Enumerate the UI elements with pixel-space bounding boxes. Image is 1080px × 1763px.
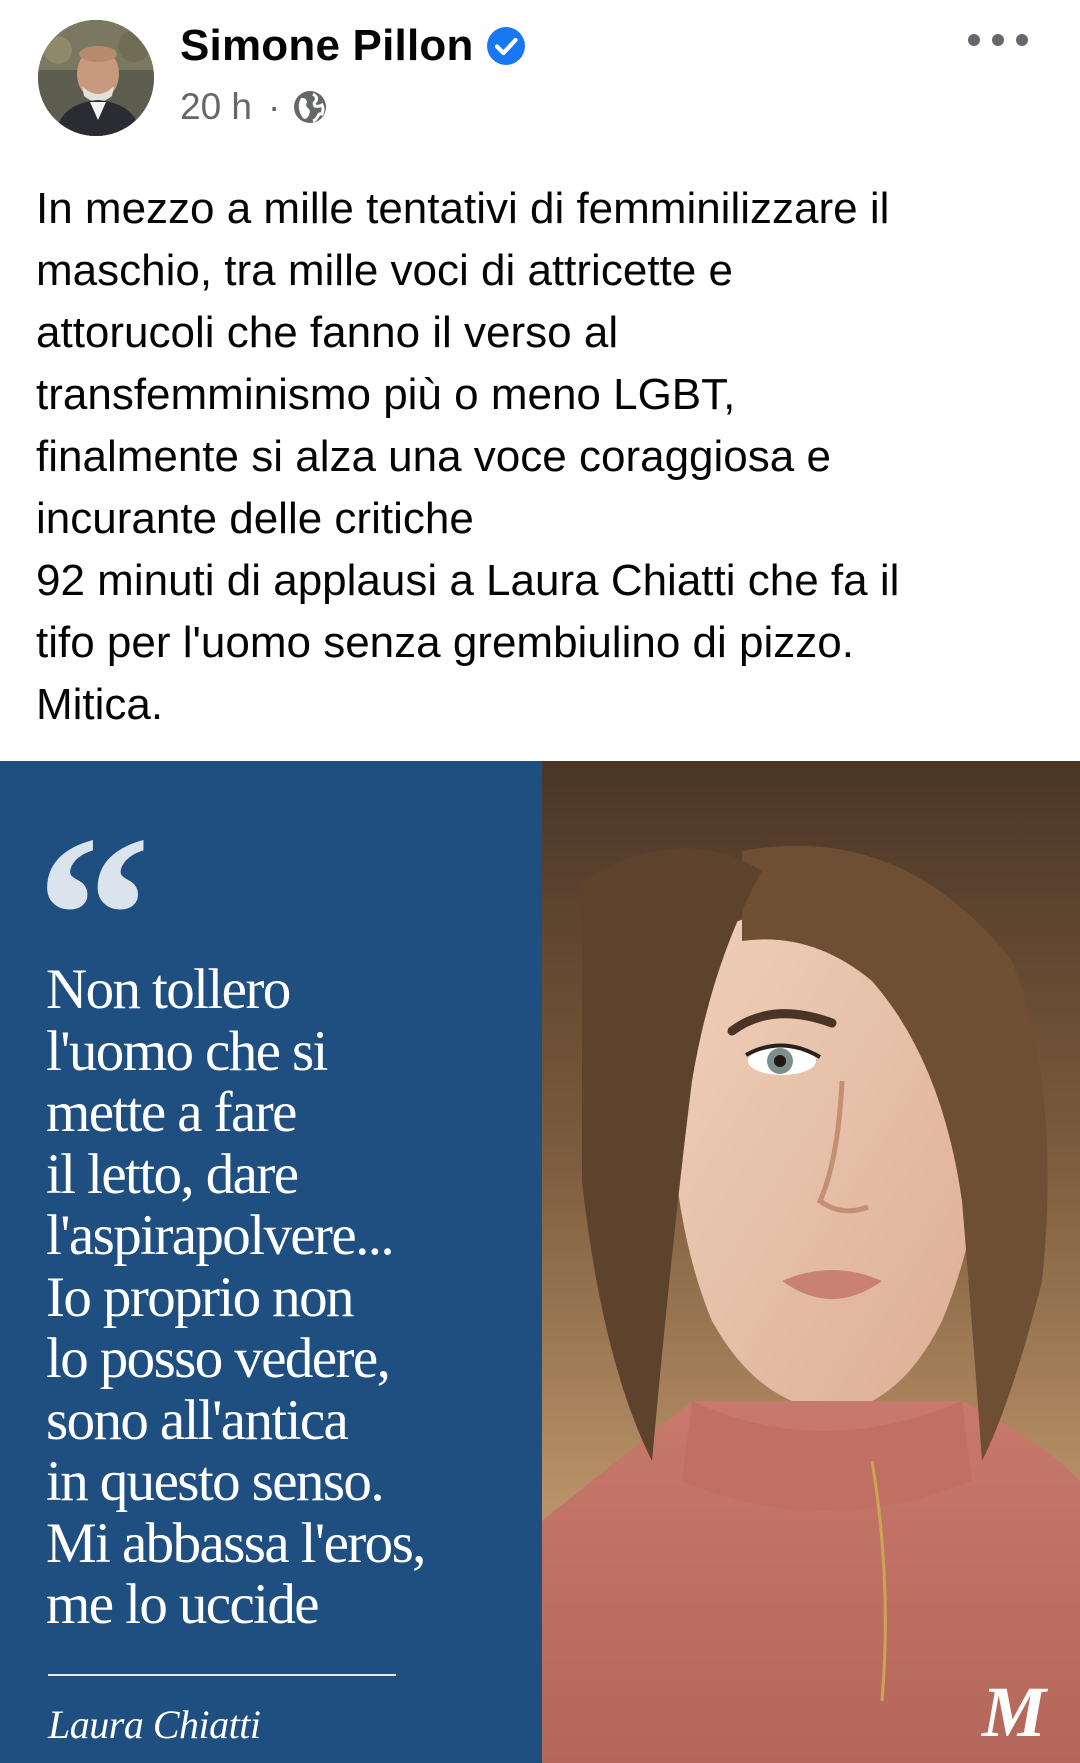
post-text-line: In mezzo a mille tentativi di femminiliz…: [36, 184, 890, 233]
post-text-line: 92 minuti di applausi a Laura Chiatti ch…: [36, 556, 900, 605]
post-body-text: In mezzo a mille tentativi di femminiliz…: [36, 178, 1046, 736]
post-text-line: incurante delle critiche: [36, 494, 474, 543]
more-dot: [992, 34, 1004, 46]
more-dot: [968, 34, 980, 46]
quote-divider: [48, 1674, 396, 1676]
post-text-line: attorucoli che fanno il verso al: [36, 308, 619, 357]
quote-line: lo posso vedere,: [46, 1327, 391, 1390]
post-text-line: maschio, tra mille voci di attricette e: [36, 246, 733, 295]
quote-line: sono all'antica: [46, 1388, 349, 1452]
meta-separator: ·: [268, 86, 281, 127]
post-timestamp[interactable]: 20 h: [180, 86, 252, 128]
portrait-photo: M: [542, 761, 1080, 1763]
portrait-photo-icon: M: [542, 761, 1080, 1763]
quote-line: Io proprio non: [46, 1265, 354, 1329]
author-avatar[interactable]: [38, 20, 154, 136]
post-text-line: finalmente si alza una voce coraggiosa e: [36, 432, 831, 481]
more-options-icon[interactable]: [968, 22, 1028, 58]
quote-line: il letto, dare: [46, 1142, 299, 1206]
quote-author: Laura Chiatti: [48, 1702, 261, 1747]
more-dot: [1016, 34, 1028, 46]
post-meta: 20 h ·: [180, 82, 328, 132]
post-image[interactable]: “ Non tollero l'uomo che si mette a fare…: [0, 761, 1080, 1763]
svg-text:M: M: [981, 1672, 1049, 1752]
quote-panel: “ Non tollero l'uomo che si mette a fare…: [0, 761, 542, 1763]
quote-line: me lo uccide: [46, 1573, 320, 1636]
quote-line: Non tollero: [46, 958, 291, 1021]
globe-icon: [294, 91, 327, 123]
quote-line: mette a fare: [46, 1081, 297, 1144]
verified-badge-icon: [486, 27, 525, 65]
post-text-line: Mitica.: [36, 680, 164, 729]
post-text-line: tifo per l'uomo senza grembiulino di piz…: [36, 618, 854, 667]
quote-line: l'uomo che si: [46, 1019, 328, 1083]
quote-line: l'aspirapolvere...: [46, 1204, 395, 1267]
quote-line: Mi abbassa l'eros,: [46, 1511, 426, 1575]
quote-line: in questo senso.: [46, 1450, 385, 1513]
author-name[interactable]: Simone Pillon: [180, 21, 474, 71]
post-text-line: transfemminismo più o meno LGBT,: [36, 370, 736, 419]
quote-text: Non tollero l'uomo che si mette a fare i…: [46, 959, 526, 1636]
profile-photo-icon: [38, 20, 154, 136]
author-row: Simone Pillon: [180, 16, 526, 76]
post-header: Simone Pillon 20 h ·: [0, 0, 1080, 150]
